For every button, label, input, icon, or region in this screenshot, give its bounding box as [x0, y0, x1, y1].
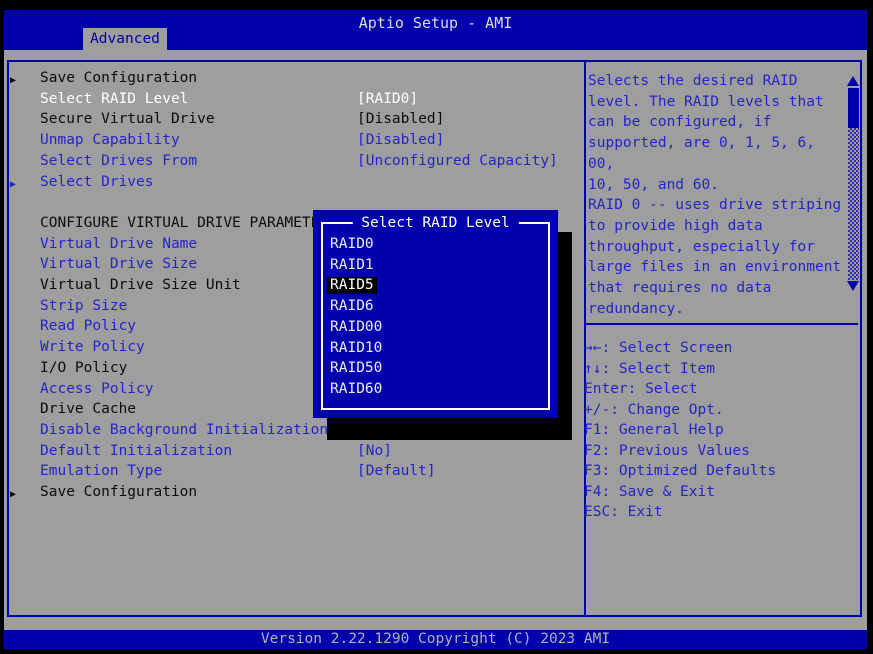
setting-label: Drive Cache — [40, 402, 136, 417]
raid-option[interactable]: RAID1 — [330, 258, 374, 273]
setting-label: Default Initialization — [40, 444, 232, 459]
scroll-down-icon[interactable] — [847, 281, 859, 291]
bios-screen: Aptio Setup - AMI Advanced ▶Save Configu… — [0, 0, 873, 654]
setting-label: Virtual Drive Size Unit — [40, 278, 241, 293]
raid-option[interactable]: RAID50 — [330, 361, 382, 376]
key-hint: F4: Save & Exit — [584, 485, 860, 500]
raid-option[interactable]: RAID0 — [330, 237, 374, 252]
setting-label: I/O Policy — [40, 361, 127, 376]
setting-label: Emulation Type — [40, 464, 162, 479]
raid-option[interactable]: RAID60 — [330, 382, 382, 397]
key-hint: F1: General Help — [584, 423, 860, 438]
setting-label: Disable Background Initialization — [40, 423, 328, 438]
key-hint: F3: Optimized Defaults — [584, 464, 860, 479]
settings-row[interactable]: ▶ Select Drives — [0, 175, 580, 191]
setting-value[interactable]: [RAID0] — [357, 92, 418, 107]
settings-row: Secure Virtual Drive [Disabled] — [0, 112, 580, 128]
setting-label: CONFIGURE VIRTUAL DRIVE PARAMETER — [40, 216, 328, 231]
raid-option[interactable]: RAID6 — [330, 299, 374, 314]
raid-option[interactable]: RAID10 — [330, 341, 382, 356]
key-hint: ↑↓: Select Item — [584, 362, 860, 377]
tab-advanced[interactable]: Advanced — [83, 28, 167, 50]
setting-label: Secure Virtual Drive — [40, 112, 215, 127]
setting-value[interactable]: [Disabled] — [357, 112, 444, 127]
key-hint: ESC: Exit — [584, 505, 860, 520]
setting-label: Unmap Capability — [40, 133, 180, 148]
key-hint: →←: Select Screen — [584, 341, 860, 356]
key-hint: F2: Previous Values — [584, 444, 860, 459]
settings-row[interactable]: Select Drives From [Unconfigured Capacity… — [0, 154, 580, 170]
settings-row[interactable]: Select RAID Level [RAID0] — [0, 92, 580, 108]
setting-label: Virtual Drive Size — [40, 257, 197, 272]
help-text: Selects the desired RAID level. The RAID… — [588, 71, 846, 319]
setting-value[interactable]: [No] — [357, 444, 392, 459]
setting-label: Virtual Drive Name — [40, 237, 197, 252]
settings-row[interactable]: ▶ Save Configuration — [0, 485, 580, 501]
raid-option[interactable]: RAID5 — [327, 277, 377, 294]
setting-label: Strip Size — [40, 299, 127, 314]
submenu-arrow-icon: ▶ — [10, 177, 16, 192]
version-bar: Version 2.22.1290 Copyright (C) 2023 AMI — [4, 630, 867, 649]
version-text: Version 2.22.1290 Copyright (C) 2023 AMI — [261, 631, 610, 647]
setting-label: Save Configuration — [40, 71, 197, 86]
settings-row[interactable]: Emulation Type [Default] — [0, 464, 580, 480]
setting-label: Select Drives — [40, 175, 154, 190]
setting-value[interactable]: [Disabled] — [357, 133, 444, 148]
setting-value[interactable]: [Default] — [357, 464, 436, 479]
settings-row[interactable]: Unmap Capability [Disabled] — [0, 133, 580, 149]
raid-option[interactable]: RAID00 — [330, 320, 382, 335]
raid-level-popup: Select RAID Level RAID0 RAID1 RAID5 RAID6 RA… — [313, 210, 558, 418]
setting-label: Access Policy — [40, 382, 154, 397]
key-hint: +/-: Change Opt. — [584, 403, 860, 418]
key-hint: Enter: Select — [584, 382, 860, 397]
setting-value[interactable]: [Unconfigured Capacity] — [357, 154, 558, 169]
scroll-up-icon[interactable] — [847, 76, 859, 86]
submenu-arrow-icon: ▶ — [10, 487, 16, 502]
scrollbar-thumb[interactable] — [848, 88, 859, 128]
settings-row[interactable]: ▶ Save Configuration — [0, 71, 580, 87]
submenu-arrow-icon: ▶ — [10, 73, 16, 88]
setting-label: Write Policy — [40, 340, 145, 355]
setting-label: Select Drives From — [40, 154, 197, 169]
hints-divider — [586, 323, 858, 325]
setting-label: Read Policy — [40, 319, 136, 334]
settings-row[interactable]: Default Initialization [No] — [0, 444, 580, 460]
setting-label: Save Configuration — [40, 485, 197, 500]
setting-label: Select RAID Level — [40, 92, 188, 107]
popup-title: Select RAID Level — [352, 216, 518, 231]
panel-divider — [584, 60, 586, 617]
